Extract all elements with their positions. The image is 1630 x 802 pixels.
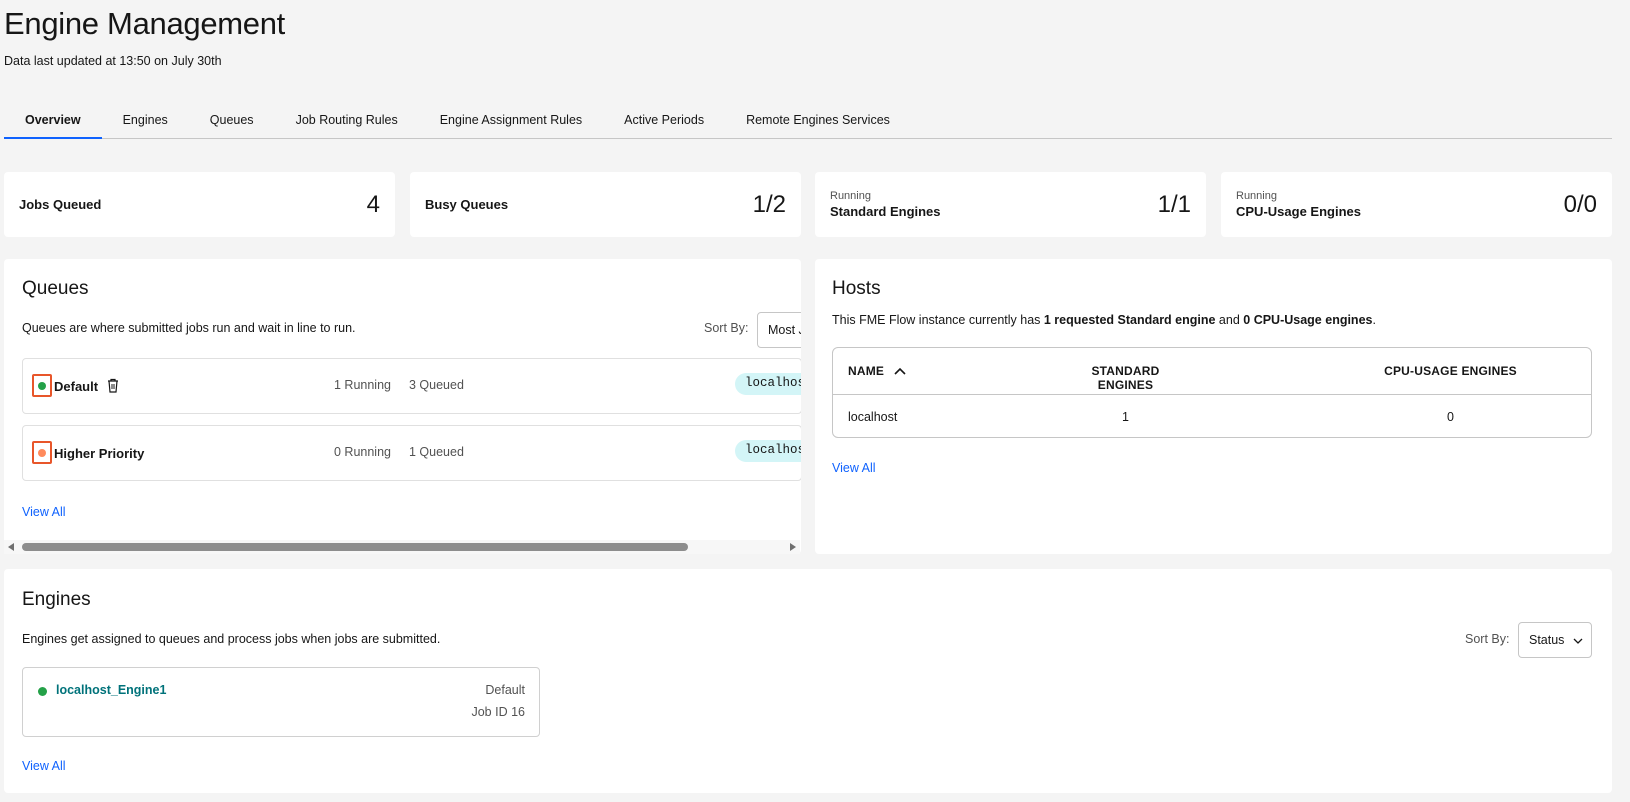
engine-card[interactable]: localhost_Engine1 Default Job ID 16 — [22, 667, 540, 737]
hosts-desc-text: This FME Flow instance currently has — [832, 313, 1044, 327]
tab-engines[interactable]: Engines — [102, 108, 189, 139]
scroll-left-arrow-icon[interactable] — [8, 543, 14, 551]
tab-bar: Overview Engines Queues Job Routing Rule… — [4, 108, 1612, 139]
hosts-table: NAME STANDARD ENGINES CPU-USAGE ENGINES … — [832, 347, 1592, 438]
hosts-desc-end: . — [1372, 313, 1376, 327]
engines-sort-label: Sort By: — [1465, 632, 1510, 646]
queue-running-count: 1 Running — [334, 378, 391, 392]
queues-view-all-link[interactable]: View All — [22, 505, 66, 519]
queues-sort-label: Sort By: — [704, 321, 749, 335]
col-header-name-label: NAME — [848, 364, 885, 378]
scrollbar-thumb[interactable] — [22, 543, 688, 551]
cpu-engines-prelabel: Running — [1236, 190, 1277, 202]
col-header-cpu-usage-engines[interactable]: CPU-USAGE ENGINES — [1358, 364, 1543, 378]
sort-ascending-icon — [894, 367, 906, 375]
standard-engines-card: Running Standard Engines 1/1 — [815, 172, 1206, 237]
page-title: Engine Management — [4, 6, 285, 41]
hosts-desc-mid: and — [1215, 313, 1244, 327]
col-header-standard-engines[interactable]: STANDARD ENGINES — [1073, 364, 1178, 392]
cpu-engines-label: CPU-Usage Engines — [1236, 204, 1361, 219]
hosts-view-all-link[interactable]: View All — [832, 461, 876, 475]
host-standard-cell: 1 — [1122, 410, 1129, 424]
jobs-queued-card: Jobs Queued 4 — [4, 172, 395, 237]
host-name-cell: localhost — [848, 410, 898, 424]
standard-engines-label: Standard Engines — [830, 204, 941, 219]
scroll-right-arrow-icon[interactable] — [790, 543, 796, 551]
standard-engines-prelabel: Running — [830, 190, 871, 202]
cpu-engines-value: 0/0 — [1563, 190, 1597, 218]
queues-horizontal-scrollbar[interactable] — [4, 540, 800, 554]
busy-queues-value: 1/2 — [752, 190, 786, 218]
tab-job-routing-rules[interactable]: Job Routing Rules — [275, 108, 419, 139]
jobs-queued-value: 4 — [366, 190, 380, 218]
hosts-standard-count: 1 requested Standard engine — [1043, 313, 1216, 327]
queues-sort-select[interactable]: Most Jobs — [757, 312, 801, 348]
last-updated-text: Data last updated at 13:50 on July 30th — [4, 54, 222, 68]
engine-queue: Default — [485, 683, 525, 697]
queue-row-default[interactable]: Default 1 Running 3 Queued localhost — [22, 358, 801, 414]
queues-panel-content: Queues Queues are where submitted jobs r… — [4, 259, 801, 554]
queue-name[interactable]: Default — [54, 379, 98, 394]
host-cpu-cell: 0 — [1447, 410, 1454, 424]
standard-engines-label-group: Running Standard Engines — [830, 190, 941, 219]
busy-queues-card: Busy Queues 1/2 — [410, 172, 801, 237]
engine-job-id: Job ID 16 — [471, 705, 525, 719]
engines-description: Engines get assigned to queues and proce… — [22, 632, 441, 646]
tab-overview[interactable]: Overview — [4, 108, 102, 139]
status-dot-icon — [38, 449, 46, 457]
engines-sort-value: Status — [1529, 633, 1565, 647]
queues-description: Queues are where submitted jobs run and … — [22, 321, 356, 335]
chevron-down-icon — [1573, 638, 1583, 644]
busy-queues-label: Busy Queues — [425, 197, 509, 212]
tab-remote-engines-services[interactable]: Remote Engines Services — [725, 108, 911, 139]
engines-sort-select[interactable]: Status — [1518, 622, 1592, 658]
hosts-title: Hosts — [832, 278, 881, 299]
queue-queued-count: 3 Queued — [409, 378, 464, 392]
engine-status-dot-icon — [38, 687, 47, 696]
tab-active-periods[interactable]: Active Periods — [603, 108, 725, 139]
jobs-queued-label: Jobs Queued — [19, 197, 102, 212]
queue-status-indicator — [32, 441, 52, 464]
cpu-engines-label-group: Running CPU-Usage Engines — [1236, 190, 1361, 219]
cpu-engines-card: Running CPU-Usage Engines 0/0 — [1221, 172, 1612, 237]
engines-title: Engines — [22, 589, 91, 610]
queue-status-indicator — [32, 374, 52, 397]
queue-host-chip: localhost — [735, 373, 801, 395]
queue-host-chip: localhost — [735, 440, 801, 462]
queues-title: Queues — [22, 278, 89, 299]
queue-name[interactable]: Higher Priority — [54, 446, 144, 461]
queue-queued-count: 1 Queued — [409, 445, 464, 459]
table-divider — [833, 394, 1591, 395]
col-header-name[interactable]: NAME — [848, 364, 906, 378]
queue-row-higher-priority[interactable]: Higher Priority 0 Running 1 Queued local… — [22, 425, 801, 481]
engines-view-all-link[interactable]: View All — [22, 759, 66, 773]
standard-engines-value: 1/1 — [1157, 190, 1191, 218]
hosts-description: This FME Flow instance currently has 1 r… — [832, 313, 1376, 327]
trash-icon[interactable] — [107, 378, 119, 393]
tab-queues[interactable]: Queues — [189, 108, 275, 139]
queue-running-count: 0 Running — [334, 445, 391, 459]
hosts-cpu-count: 0 CPU-Usage engines — [1243, 313, 1373, 327]
tab-engine-assignment-rules[interactable]: Engine Assignment Rules — [419, 108, 603, 139]
status-dot-icon — [38, 382, 46, 390]
engine-name-link[interactable]: localhost_Engine1 — [56, 683, 166, 697]
